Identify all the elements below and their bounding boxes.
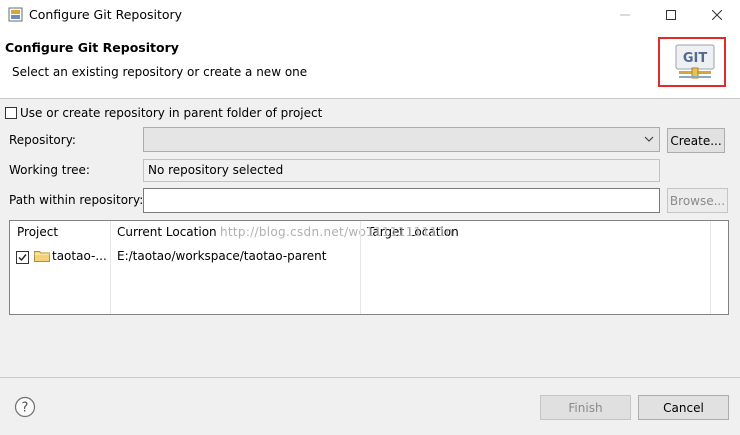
projects-table: Project Current Location Target Location…: [9, 220, 729, 315]
page-title: Configure Git Repository: [5, 40, 179, 55]
git-logo-text: GIT: [683, 51, 708, 66]
column-header-current-location[interactable]: Current Location: [117, 225, 217, 239]
title-bar: Configure Git Repository: [0, 0, 740, 30]
parent-folder-label: Use or create repository in parent folde…: [20, 106, 323, 120]
row-project-name: taotao-...: [52, 249, 107, 263]
column-divider: [110, 221, 111, 314]
repository-label: Repository:: [9, 133, 76, 147]
cancel-button[interactable]: Cancel: [638, 395, 729, 420]
column-divider: [360, 221, 361, 314]
working-tree-field: No repository selected: [143, 159, 660, 182]
maximize-icon: [666, 10, 676, 20]
path-input[interactable]: [143, 188, 660, 213]
minimize-icon: [620, 14, 630, 16]
git-logo-highlight: GIT: [658, 37, 726, 87]
finish-button[interactable]: Finish: [540, 395, 631, 420]
svg-text:?: ?: [22, 401, 29, 416]
help-icon[interactable]: ?: [14, 396, 36, 418]
close-button[interactable]: [694, 0, 740, 30]
folder-icon: [34, 251, 50, 262]
window-title: Configure Git Repository: [29, 7, 183, 22]
working-tree-label: Working tree:: [9, 163, 90, 177]
row-checkbox[interactable]: [16, 251, 29, 264]
chevron-down-icon: [644, 136, 654, 142]
minimize-button[interactable]: [602, 0, 648, 30]
row-current-location: E:/taotao/workspace/taotao-parent: [117, 249, 327, 263]
column-divider: [710, 221, 711, 314]
watermark-text: http://blog.csdn.net/wo1111111111n: [220, 225, 454, 239]
footer-separator: [0, 377, 740, 378]
repository-combo[interactable]: [143, 127, 660, 152]
wizard-header: Configure Git Repository Select an exist…: [0, 30, 740, 99]
page-description: Select an existing repository or create …: [12, 65, 308, 79]
checkmark-icon: [18, 254, 27, 262]
create-button[interactable]: Create...: [667, 128, 725, 153]
column-header-project[interactable]: Project: [17, 225, 58, 239]
git-logo-icon: GIT: [675, 44, 715, 79]
browse-button[interactable]: Browse...: [667, 188, 728, 213]
maximize-button[interactable]: [648, 0, 694, 30]
close-icon: [712, 10, 722, 20]
path-label: Path within repository:: [9, 193, 144, 207]
git-repo-icon: [8, 7, 23, 22]
parent-folder-checkbox[interactable]: [5, 107, 17, 119]
